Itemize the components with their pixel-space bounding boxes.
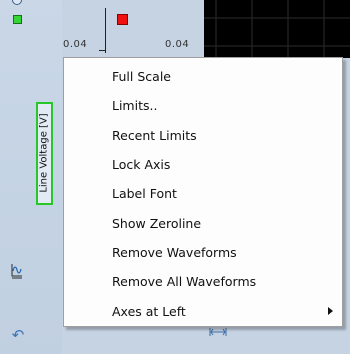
context-menu: Full Scale Limits.. Recent Limits Lock A… <box>63 57 343 327</box>
submenu-arrow-icon <box>328 307 333 316</box>
menu-item-label: Axes at Left <box>112 303 186 319</box>
green-trace-marker[interactable] <box>13 15 22 24</box>
left-tick-label: 0.04 <box>63 39 88 50</box>
menu-item-label: Remove All Waveforms <box>112 274 257 290</box>
menu-item-limits[interactable]: Limits.. <box>64 91 342 120</box>
menu-item-recent-limits[interactable]: Recent Limits <box>64 121 342 150</box>
menu-item-label: Recent Limits <box>112 127 197 143</box>
menu-item-full-scale[interactable]: Full Scale <box>64 62 342 91</box>
zoom-fit-icon[interactable] <box>208 326 228 338</box>
menu-item-show-zeroline[interactable]: Show Zeroline <box>64 208 342 237</box>
menu-item-remove-waveforms[interactable]: Remove Waveforms <box>64 238 342 267</box>
waveform-icon[interactable] <box>10 261 24 279</box>
menu-item-label: Label Font <box>112 186 177 202</box>
menu-item-label: Limits.. <box>112 98 158 114</box>
menu-item-label-font[interactable]: Label Font <box>64 179 342 208</box>
menu-item-remove-all-waveforms[interactable]: Remove All Waveforms <box>64 267 342 296</box>
axis-label: Line Voltage [V] <box>38 113 50 193</box>
menu-item-axes-at-left[interactable]: Axes at Left <box>64 296 342 325</box>
menu-item-label: Full Scale <box>112 69 171 85</box>
plot-grid <box>204 0 350 58</box>
right-tick-label: 0.04 <box>165 39 190 50</box>
axis-tick <box>99 50 105 51</box>
red-trace-marker[interactable] <box>117 14 128 25</box>
menu-item-label: Show Zeroline <box>112 215 202 231</box>
menu-item-label: Lock Axis <box>112 157 171 173</box>
menu-item-label: Remove Waveforms <box>112 244 237 260</box>
undo-icon[interactable]: ↶ <box>10 327 26 343</box>
menu-item-lock-axis[interactable]: Lock Axis <box>64 150 342 179</box>
axis-line <box>105 8 106 53</box>
